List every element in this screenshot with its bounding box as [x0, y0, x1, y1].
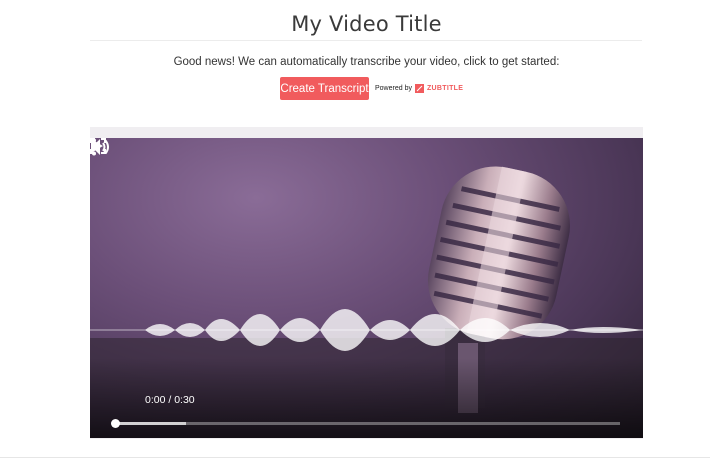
- powered-by-badge[interactable]: Powered by ZUBTITLE: [375, 82, 463, 94]
- time-display: 0:00 / 0:30: [145, 394, 195, 406]
- transcribe-notice: Good news! We can automatically transcri…: [173, 56, 560, 68]
- more-vert-icon[interactable]: [90, 138, 98, 156]
- zubtitle-brand-text: ZUBTITLE: [426, 84, 464, 92]
- page-bottom-divider: [0, 457, 710, 458]
- create-transcript-button[interactable]: Create Transcript: [280, 77, 369, 100]
- title-divider: [90, 40, 642, 41]
- video-player[interactable]: 0:00 / 0:30: [90, 138, 643, 438]
- progress-buffered: [115, 422, 186, 425]
- progress-bar[interactable]: [111, 419, 620, 428]
- zubtitle-logo-icon: [414, 83, 424, 93]
- page-title: My Video Title: [291, 12, 442, 36]
- progress-thumb[interactable]: [111, 419, 120, 428]
- powered-by-text: Powered by: [375, 84, 412, 92]
